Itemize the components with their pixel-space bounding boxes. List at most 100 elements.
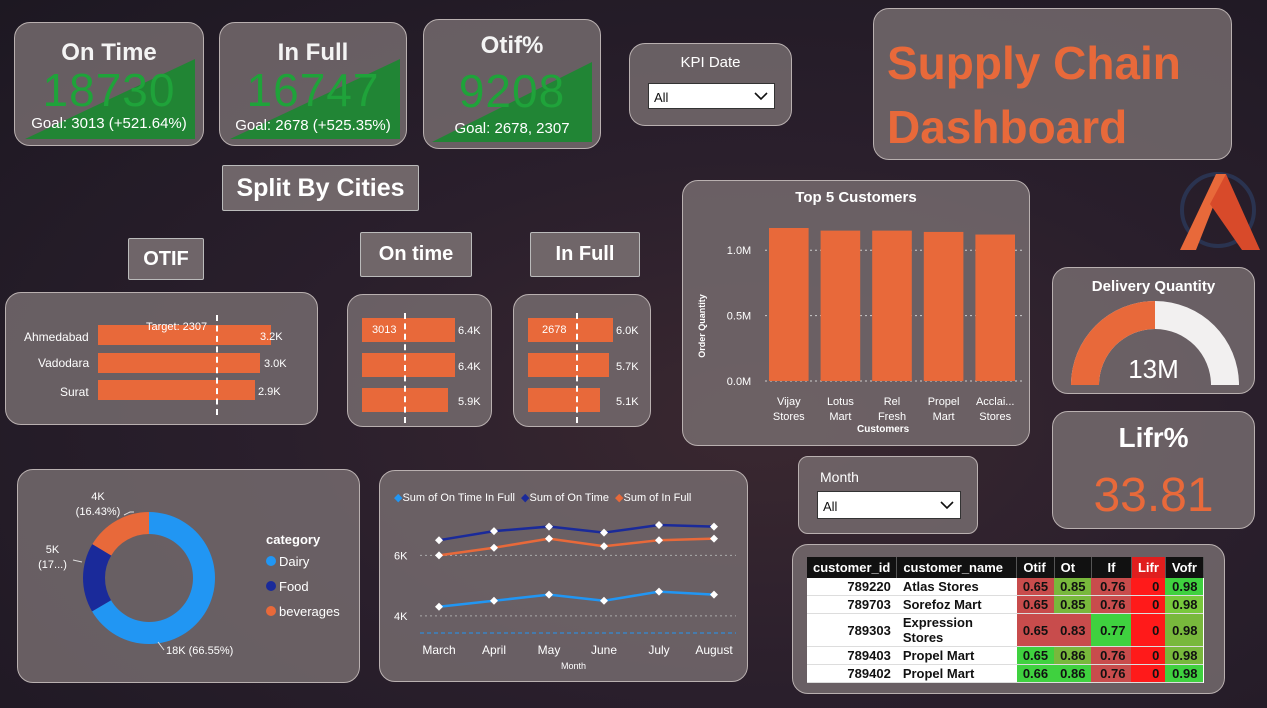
data-point xyxy=(655,587,663,596)
data-point xyxy=(490,543,498,552)
customer-table-card: customer_id customer_name Otif Ot If Lif… xyxy=(792,544,1225,694)
title-line-1: Supply Chain xyxy=(887,37,1181,89)
table-row: 789403 Propel Mart 0.65 0.86 0.76 0 0.98 xyxy=(807,646,1204,665)
data-point xyxy=(710,590,718,599)
data-point xyxy=(600,528,608,537)
x-tick-label: June xyxy=(591,643,617,657)
legend-item-dairy: Dairy xyxy=(266,554,309,569)
customer-bar xyxy=(820,230,861,381)
kpi-card-on-time: On Time 18730 Goal: 3013 (+521.64%) xyxy=(14,22,204,146)
table-cell: 0 xyxy=(1131,664,1166,683)
target-line xyxy=(404,313,406,423)
table-cell: 789402 xyxy=(807,664,897,683)
kpi-goal: Goal: 2678 (+525.35%) xyxy=(235,117,391,134)
data-point xyxy=(490,596,498,605)
x-tick-label: Fresh xyxy=(878,411,906,423)
line-chart-plot: 4K 6K March April May June July August xyxy=(394,521,736,657)
bar-value-label: 3.0K xyxy=(264,358,287,370)
table-cell: 0.76 xyxy=(1091,578,1132,596)
bar-value-label: 6.4K xyxy=(458,325,481,337)
table-cell: 789403 xyxy=(807,646,897,665)
x-tick-label: Acclai... xyxy=(976,396,1015,408)
table-cell: 0.98 xyxy=(1165,578,1204,596)
legend-title: category xyxy=(266,532,321,547)
ontime-section-label: On time xyxy=(360,232,472,277)
data-point xyxy=(435,551,443,560)
column-header[interactable]: Ot xyxy=(1054,557,1092,578)
column-header-lifr[interactable]: Lifr xyxy=(1131,557,1166,578)
table-cell: 789220 xyxy=(807,578,897,596)
table-cell: 0.98 xyxy=(1165,646,1204,665)
dashboard-title-card: Supply Chain Dashboard xyxy=(873,8,1232,160)
city-bar xyxy=(528,353,609,377)
kpi-value: 9208 xyxy=(458,65,566,117)
y-tick-label: 0.5M xyxy=(727,311,751,323)
data-point xyxy=(655,536,663,545)
table-cell: 0.66 xyxy=(1016,664,1055,683)
series-line xyxy=(438,590,715,609)
slice-label: 4K (16.43%) xyxy=(75,491,121,518)
city-bar xyxy=(98,353,260,373)
lifr-card: Lifr% 33.81 xyxy=(1052,411,1255,529)
table-cell: 0.98 xyxy=(1165,613,1204,647)
table-cell: 0 xyxy=(1131,595,1166,614)
table-cell: 789703 xyxy=(807,595,897,614)
city-otif-chart: Ahmedabad Vadodara Surat 3.2K 3.0K 2.9K … xyxy=(5,292,318,425)
column-header[interactable]: customer_name xyxy=(896,557,1018,578)
data-point xyxy=(545,590,553,599)
column-header[interactable]: If xyxy=(1091,557,1132,578)
month-slicer: Month All xyxy=(798,456,978,534)
chevron-down-icon xyxy=(940,501,954,510)
legend-dot-icon xyxy=(266,606,276,616)
x-axis-label: Month xyxy=(561,661,587,671)
kpi-goal: Goal: 2678, 2307 xyxy=(454,120,570,137)
slicer-label: KPI Date xyxy=(680,54,741,71)
table-cell: 0 xyxy=(1131,646,1166,665)
table-cell: 0.85 xyxy=(1054,595,1092,614)
table-row: 789303 Expression Stores 0.65 0.83 0.77 0 0.98 xyxy=(807,613,1204,647)
table-cell: 0.76 xyxy=(1091,595,1132,614)
infull-section-label: In Full xyxy=(530,232,640,277)
column-header[interactable]: Vofr xyxy=(1165,557,1204,578)
table-cell: 0 xyxy=(1131,578,1166,596)
kpi-card-otif: Otif% 9208 Goal: 2678, 2307 xyxy=(423,19,601,149)
donut-slice xyxy=(83,544,112,612)
table-cell: Expression Stores xyxy=(896,613,1017,647)
kpi-date-dropdown[interactable]: All xyxy=(648,83,775,109)
chevron-down-icon xyxy=(754,92,768,101)
kpi-value: 18730 xyxy=(42,64,176,116)
customer-table: customer_id customer_name Otif Ot If Lif… xyxy=(807,557,1204,683)
monthly-trend-chart: ◆Sum of On Time In Full ◆Sum of On Time … xyxy=(379,470,748,682)
month-dropdown[interactable]: All xyxy=(817,491,961,519)
table-cell: Propel Mart xyxy=(896,646,1017,665)
y-tick-label: 0.0M xyxy=(727,376,751,388)
target-line xyxy=(216,315,218,415)
data-point xyxy=(435,536,443,545)
legend-dot-icon xyxy=(266,556,276,566)
target-label: 2678 xyxy=(542,324,567,336)
data-point xyxy=(600,542,608,551)
legend-item-food: Food xyxy=(266,579,309,594)
gauge-value: 13M xyxy=(1128,354,1179,384)
target-label: 3013 xyxy=(372,324,397,336)
city-bar xyxy=(528,388,601,412)
table-cell: 0.76 xyxy=(1091,646,1132,665)
table-cell: 789303 xyxy=(807,613,897,647)
x-tick-label: Rel xyxy=(884,396,901,408)
x-tick-label: Stores xyxy=(773,411,805,423)
otif-section-label: OTIF xyxy=(128,238,204,280)
legend-dot-icon xyxy=(266,581,276,591)
customer-bar xyxy=(923,231,964,381)
table-cell: 0.98 xyxy=(1165,595,1204,614)
delivery-quantity-card: Delivery Quantity 13M xyxy=(1052,267,1255,394)
lifr-value: 33.81 xyxy=(1093,469,1214,522)
table-cell: 0.65 xyxy=(1016,646,1055,665)
column-header[interactable]: Otif xyxy=(1016,557,1055,578)
column-header[interactable]: customer_id xyxy=(807,557,898,578)
title-line-2: Dashboard xyxy=(887,101,1128,153)
table-cell: 0.65 xyxy=(1016,595,1055,614)
table-row: 789703 Sorefoz Mart 0.65 0.85 0.76 0 0.98 xyxy=(807,595,1204,614)
bar-value-label: 6.4K xyxy=(458,361,481,373)
top-customers-chart: Top 5 Customers Order Quantity 0.0M 0.5M 1… xyxy=(682,180,1030,446)
data-point xyxy=(600,596,608,605)
